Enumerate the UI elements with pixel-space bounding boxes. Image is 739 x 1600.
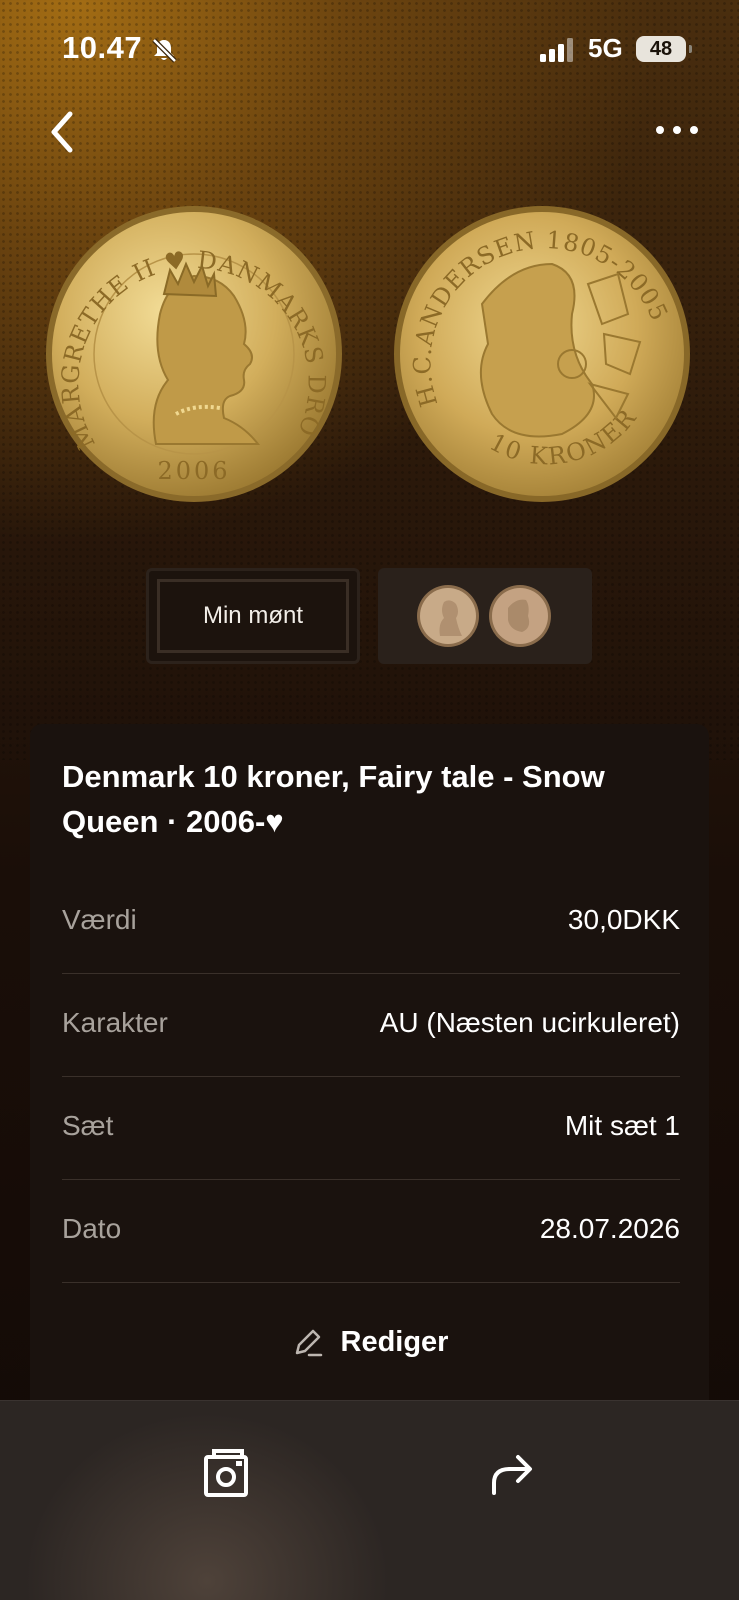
detail-value: 28.07.2026: [539, 1213, 680, 1244]
mini-coin-reverse-icon: [489, 585, 551, 647]
detail-label: Sæt: [62, 1110, 114, 1141]
share-arrow-icon[interactable]: [482, 1443, 542, 1503]
detail-row-set: Sæt Mit sæt 1: [62, 1076, 680, 1180]
battery-icon: 48: [636, 36, 692, 62]
cellular-signal-icon: [540, 38, 573, 62]
coin-detail-card: Denmark 10 kroner, Fairy tale - Snow Que…: [30, 724, 709, 1424]
reference-coins-thumbnail[interactable]: [378, 568, 592, 664]
bell-muted-icon: [152, 38, 177, 63]
coin-obverse-image[interactable]: MARGRETHE II ♥ DANMARKS DRONNING 2006: [44, 204, 344, 504]
battery-level: 48: [649, 38, 673, 60]
detail-row-date: Dato 28.07.2026: [62, 1179, 680, 1283]
detail-value: AU (Næsten ucirkuleret): [379, 1007, 680, 1038]
network-type: 5G: [588, 33, 623, 63]
status-time: 10.47: [62, 30, 143, 65]
pencil-icon: [295, 1329, 322, 1357]
detail-value: 30,0DKK: [567, 904, 680, 935]
edit-button[interactable]: Rediger: [30, 1312, 709, 1372]
mini-coin-obverse-icon: [417, 585, 479, 647]
detail-row-value: Værdi 30,0DKK: [62, 870, 680, 974]
coin-obverse-year: 2006: [157, 457, 230, 485]
bottom-toolbar: [0, 1400, 739, 1600]
status-bar: 10.47 5G 48: [0, 0, 739, 100]
coin-reverse-image[interactable]: H.C.ANDERSEN 1805-2005 10 KRONER: [392, 204, 692, 504]
detail-row-grade: Karakter AU (Næsten ucirkuleret): [62, 973, 680, 1077]
my-coin-thumbnail[interactable]: Min mønt: [146, 568, 360, 664]
ellipsis-icon[interactable]: [652, 110, 702, 150]
chevron-left-icon[interactable]: [44, 106, 84, 158]
detail-label: Dato: [62, 1213, 122, 1244]
edit-label: Rediger: [340, 1325, 449, 1358]
detail-label: Karakter: [62, 1007, 168, 1038]
my-coin-label: Min mønt: [157, 579, 349, 653]
detail-value: Mit sæt 1: [564, 1110, 680, 1141]
detail-label: Værdi: [62, 904, 137, 935]
coin-title: Denmark 10 kroner, Fairy tale - Snow Que…: [62, 759, 605, 839]
photo-frame-icon[interactable]: [198, 1443, 258, 1503]
